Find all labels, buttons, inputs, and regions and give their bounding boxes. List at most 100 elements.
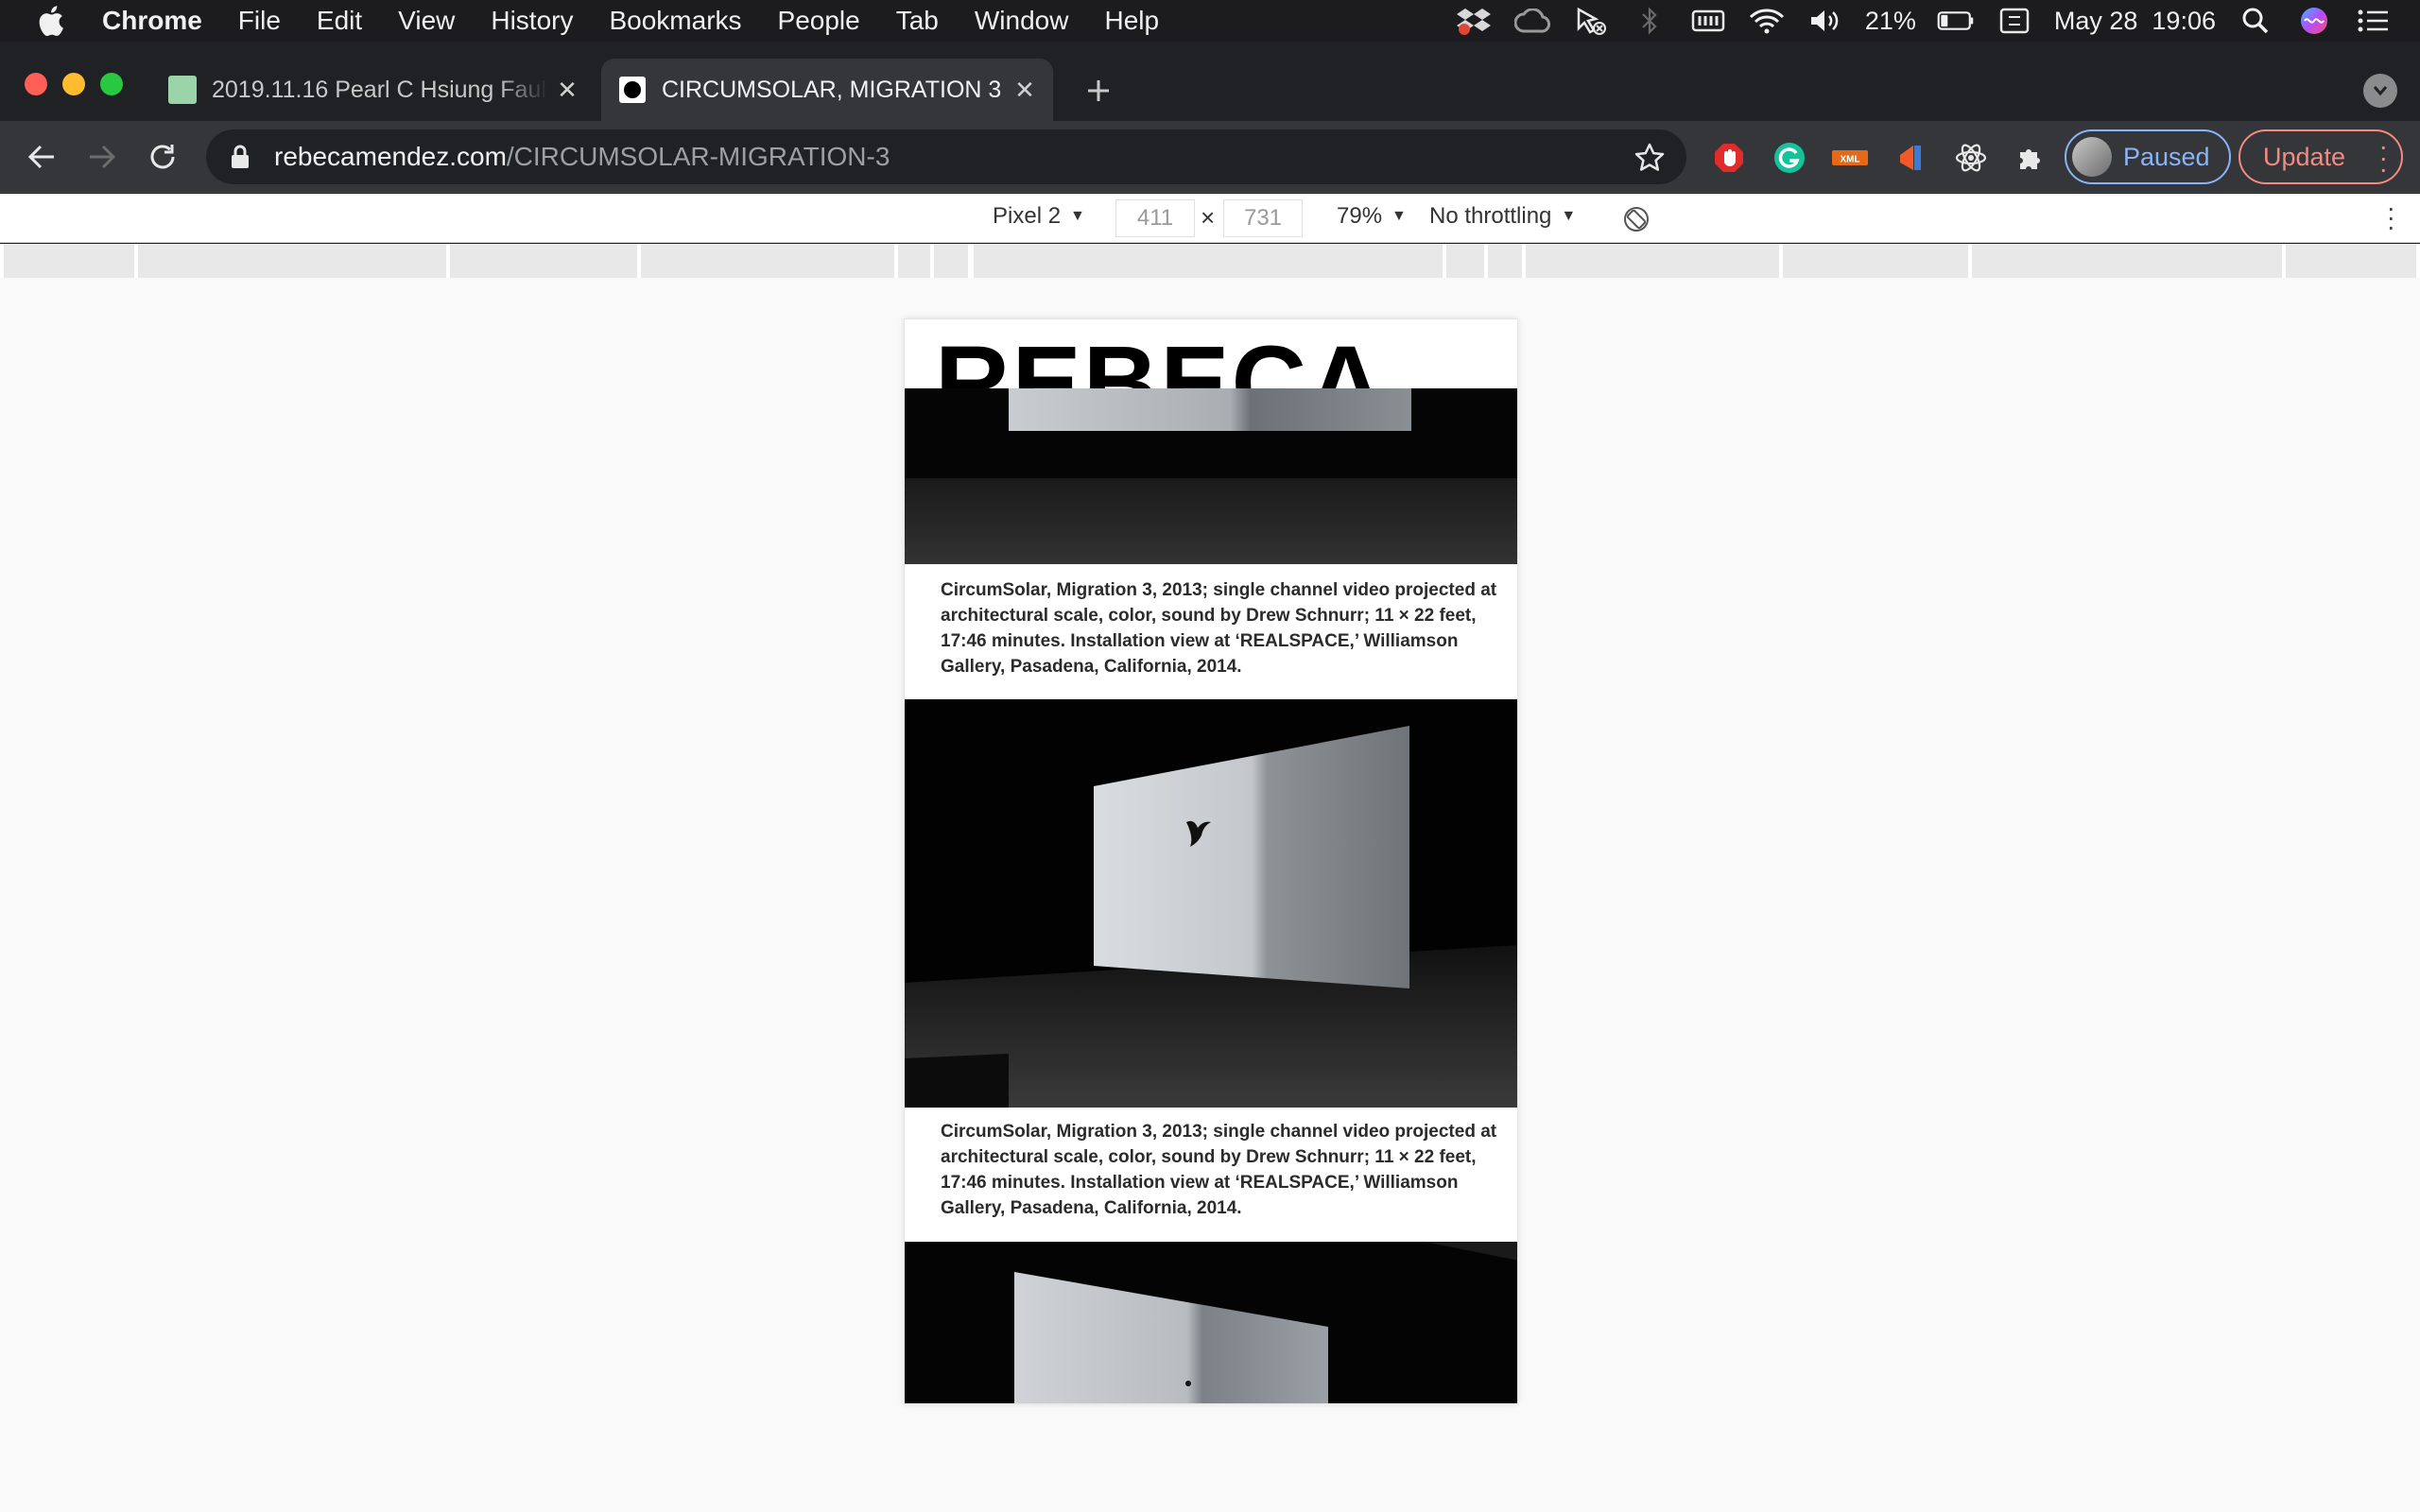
media-query-segment[interactable]: [934, 244, 968, 278]
dropdown-triangle-icon: ▼: [1392, 208, 1407, 224]
media-query-segment[interactable]: [4, 244, 134, 278]
avatar: [2072, 137, 2112, 177]
menu-app-chrome[interactable]: Chrome: [102, 6, 202, 36]
media-query-segment[interactable]: [974, 244, 1443, 278]
rotate-device-icon[interactable]: [1622, 205, 1651, 233]
media-query-segment[interactable]: [450, 244, 637, 278]
tab-circumsolar[interactable]: CIRCUMSOLAR, MIGRATION 3 ✕: [601, 59, 1053, 121]
media-query-bar: [0, 244, 2420, 278]
media-query-segment[interactable]: [1972, 244, 2282, 278]
media-query-segment[interactable]: [138, 244, 446, 278]
dropdown-triangle-icon: ▼: [1561, 208, 1577, 224]
address-bar[interactable]: rebecamendez.com/CIRCUMSOLAR-MIGRATION-3: [206, 129, 1686, 184]
url-host: rebecamendez.com: [274, 142, 507, 171]
extensions-puzzle-icon[interactable]: [2012, 138, 2051, 178]
keyboard-shortcut-icon[interactable]: [1996, 6, 2033, 36]
profile-button[interactable]: Paused: [2065, 129, 2231, 184]
bookmark-star-icon[interactable]: [1634, 142, 1666, 174]
device-toolbar: Pixel 2 ▼ 411 × 731 79% ▼ No throttling …: [0, 194, 2420, 243]
notification-center-icon[interactable]: [2354, 6, 2392, 36]
site-favicon-icon: [618, 76, 647, 104]
installation-photo-2: [905, 699, 1517, 1108]
forward-arrow-icon[interactable]: [83, 138, 121, 176]
device-name: Pixel 2: [993, 203, 1062, 229]
react-devtools-icon[interactable]: [1951, 138, 1991, 178]
analytics-extension-icon[interactable]: [1891, 138, 1930, 178]
memory-icon[interactable]: [1689, 6, 1727, 36]
status-area: 21% May 28 19:06: [1455, 0, 2420, 42]
grammarly-extension-icon[interactable]: [1770, 138, 1809, 178]
tab-strip: 2019.11.16 Pearl C Hsiung Fault ✕ CIRCUM…: [0, 42, 2420, 121]
device-select[interactable]: Pixel 2 ▼: [993, 203, 1085, 230]
new-tab-icon[interactable]: [1078, 70, 1119, 112]
siri-icon[interactable]: [2295, 6, 2333, 36]
spotlight-search-icon[interactable]: [2237, 6, 2274, 36]
throttling-value: No throttling: [1429, 203, 1552, 229]
close-tab-icon[interactable]: ✕: [548, 71, 586, 109]
dropbox-icon[interactable]: [1455, 6, 1493, 36]
clock[interactable]: May 28 19:06: [2054, 7, 2216, 36]
close-window-button[interactable]: [25, 73, 47, 95]
update-button[interactable]: Update · · ·: [2238, 129, 2403, 184]
media-query-segment[interactable]: [1783, 244, 1968, 278]
tab-pearl-hsiung[interactable]: 2019.11.16 Pearl C Hsiung Fault ✕: [151, 59, 596, 121]
browser-toolbar: rebecamendez.com/CIRCUMSOLAR-MIGRATION-3…: [0, 121, 2420, 193]
battery-percent: 21%: [1864, 6, 1916, 35]
kebab-menu-icon[interactable]: · · ·: [2379, 133, 2388, 182]
menu-tab[interactable]: Tab: [896, 6, 939, 36]
media-query-segment[interactable]: [1488, 244, 1522, 278]
reload-icon[interactable]: [144, 138, 182, 176]
menu-history[interactable]: History: [491, 6, 573, 36]
device-toolbar-menu-icon[interactable]: · · ·: [2387, 195, 2395, 240]
minimize-window-button[interactable]: [62, 73, 85, 95]
macos-menubar: Chrome File Edit View History Bookmarks …: [0, 0, 2420, 42]
menu-view[interactable]: View: [398, 6, 455, 36]
back-arrow-icon[interactable]: [23, 138, 60, 176]
installation-photo-3: [905, 1242, 1517, 1403]
dimension-separator-icon: ×: [1201, 203, 1216, 232]
profile-label: Paused: [2123, 142, 2210, 171]
adblock-extension-icon[interactable]: [1709, 138, 1749, 178]
menu-help[interactable]: Help: [1104, 6, 1159, 36]
photo-caption-1: CircumSolar, Migration 3, 2013; single c…: [941, 580, 1497, 677]
photo-caption-2: CircumSolar, Migration 3, 2013; single c…: [941, 1122, 1497, 1218]
url-path: /CIRCUMSOLAR-MIGRATION-3: [506, 142, 890, 171]
window-controls: [25, 73, 123, 95]
dropdown-triangle-icon: ▼: [1070, 208, 1085, 224]
zoom-select[interactable]: 79% ▼: [1337, 203, 1407, 230]
menu-people[interactable]: People: [778, 6, 860, 36]
media-query-segment[interactable]: [2286, 244, 2416, 278]
notification-muted-icon[interactable]: [1572, 6, 1610, 36]
zoom-value: 79%: [1337, 203, 1383, 229]
apple-menu-icon[interactable]: [36, 5, 68, 37]
svg-text:XML: XML: [1840, 155, 1859, 165]
update-label: Update: [2263, 142, 2346, 171]
volume-icon[interactable]: [1806, 6, 1844, 36]
installation-photo-1: [905, 388, 1517, 564]
media-query-segment[interactable]: [1446, 244, 1484, 278]
throttling-select[interactable]: No throttling ▼: [1429, 203, 1576, 230]
device-viewport-stage: REBECA CircumSolar, Migration 3, 2013; s…: [0, 278, 2420, 1512]
menu-bookmarks[interactable]: Bookmarks: [609, 6, 741, 36]
media-query-segment[interactable]: [1526, 244, 1779, 278]
close-tab-icon[interactable]: ✕: [1006, 71, 1044, 109]
emulated-page[interactable]: REBECA CircumSolar, Migration 3, 2013; s…: [904, 318, 1518, 1404]
media-query-segment[interactable]: [898, 244, 930, 278]
viewport-height-input[interactable]: 731: [1223, 199, 1303, 237]
creative-cloud-icon[interactable]: [1513, 6, 1551, 36]
tab-title: CIRCUMSOLAR, MIGRATION 3: [662, 76, 1002, 103]
bluetooth-icon[interactable]: [1631, 6, 1668, 36]
battery-icon[interactable]: [1937, 6, 1975, 36]
zoom-window-button[interactable]: [100, 73, 123, 95]
tab-title: 2019.11.16 Pearl C Hsiung Fault: [212, 76, 548, 103]
menu-window[interactable]: Window: [975, 6, 1069, 36]
sheets-favicon-icon: [168, 76, 197, 104]
media-query-segment[interactable]: [641, 244, 894, 278]
menu-file[interactable]: File: [238, 6, 281, 36]
viewport-width-input[interactable]: 411: [1115, 199, 1195, 237]
menu-edit[interactable]: Edit: [317, 6, 362, 36]
lock-icon[interactable]: [231, 143, 255, 171]
tab-search-icon[interactable]: [2363, 74, 2397, 108]
xml-viewer-extension-icon[interactable]: XML: [1830, 138, 1870, 178]
wifi-icon[interactable]: [1748, 6, 1786, 36]
